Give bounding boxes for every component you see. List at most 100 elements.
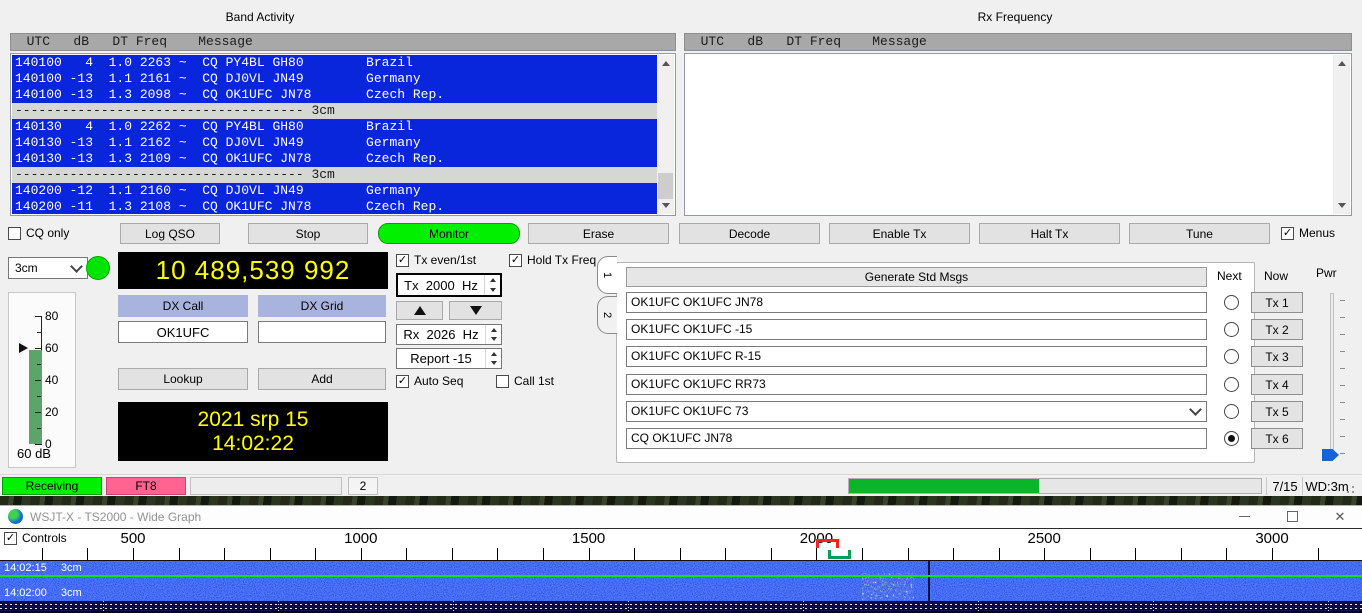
monitor-button[interactable]: Monitor bbox=[378, 223, 520, 244]
rx-frequency-list[interactable] bbox=[684, 53, 1352, 216]
spinner-buttons[interactable] bbox=[485, 349, 501, 368]
close-button[interactable]: ✕ bbox=[1318, 505, 1362, 528]
log-qso-button[interactable]: Log QSO bbox=[120, 223, 220, 244]
tx-1-button[interactable]: Tx 1 bbox=[1251, 292, 1303, 313]
frequency-display[interactable]: 10 489,539 992 bbox=[118, 252, 388, 289]
scale-tick bbox=[1044, 548, 1045, 560]
waterfall[interactable]: 14:02:15 3cm 14:02:00 3cm bbox=[0, 560, 1362, 601]
tab-2[interactable]: 2 bbox=[597, 296, 617, 334]
next-column-label: Next bbox=[1217, 269, 1242, 283]
lookup-button[interactable]: Lookup bbox=[118, 368, 248, 390]
decoded-message-row[interactable]: 140130 -13 1.1 2162 ~ CQ DJ0VL JN49 Germ… bbox=[12, 135, 657, 151]
clock-time: 14:02:22 bbox=[118, 432, 388, 456]
scroll-up-icon[interactable] bbox=[657, 55, 674, 72]
spin-down-icon[interactable] bbox=[491, 361, 497, 365]
scale-tick bbox=[862, 548, 863, 560]
tx-even-checkbox[interactable]: ✓Tx even/1st bbox=[396, 253, 476, 267]
generate-std-msgs-button[interactable]: Generate Std Msgs bbox=[626, 267, 1207, 287]
decoded-message-row[interactable]: 140100 -13 1.1 2161 ~ CQ DJ0VL JN49 Germ… bbox=[12, 71, 657, 87]
spin-up-icon[interactable] bbox=[490, 278, 496, 282]
decoded-message-row[interactable]: 140100 4 1.0 2263 ~ CQ PY4BL GH80 Brazil bbox=[12, 55, 657, 71]
scale-tick bbox=[816, 548, 817, 560]
scale-tick bbox=[771, 548, 772, 560]
spin-down-icon[interactable] bbox=[491, 337, 497, 341]
halt-tx-button[interactable]: Halt Tx bbox=[979, 223, 1120, 244]
tx-message-input-1[interactable]: OK1UFC OK1UFC JN78 bbox=[626, 292, 1207, 313]
tx-3-button[interactable]: Tx 3 bbox=[1251, 346, 1303, 367]
report-spinner[interactable]: Report -15 bbox=[396, 348, 502, 369]
next-radio-6[interactable] bbox=[1224, 431, 1239, 446]
tx-5-button[interactable]: Tx 5 bbox=[1251, 401, 1303, 422]
rx-frequency-title: Rx Frequency bbox=[935, 10, 1095, 24]
tab-1[interactable]: 1 bbox=[597, 256, 617, 294]
resize-grip-icon[interactable] bbox=[1352, 486, 1354, 488]
decode-button[interactable]: Decode bbox=[679, 223, 820, 244]
tx-message-input-6[interactable]: CQ OK1UFC JN78 bbox=[626, 428, 1207, 449]
band-activity-scrollbar[interactable] bbox=[657, 55, 674, 214]
shift-down-button[interactable] bbox=[449, 301, 502, 320]
shift-up-button[interactable] bbox=[396, 301, 443, 320]
tx-message-input-2[interactable]: OK1UFC OK1UFC -15 bbox=[626, 319, 1207, 340]
tx-message-input-3[interactable]: OK1UFC OK1UFC R-15 bbox=[626, 346, 1207, 367]
tx-message-input-4[interactable]: OK1UFC OK1UFC RR73 bbox=[626, 374, 1207, 395]
dx-call-input[interactable]: OK1UFC bbox=[118, 321, 248, 343]
auto-seq-checkbox[interactable]: ✓Auto Seq bbox=[396, 374, 463, 388]
band-activity-list[interactable]: 140100 4 1.0 2263 ~ CQ PY4BL GH80 Brazil… bbox=[10, 53, 676, 216]
tx-4-button[interactable]: Tx 4 bbox=[1251, 374, 1303, 395]
rx-frequency-scrollbar[interactable] bbox=[1333, 55, 1350, 214]
maximize-button[interactable] bbox=[1270, 505, 1314, 528]
spinner-buttons[interactable] bbox=[484, 275, 500, 295]
checkbox-box: ✓ bbox=[4, 532, 17, 545]
next-radio-2[interactable] bbox=[1224, 322, 1239, 337]
wide-graph-titlebar[interactable] bbox=[0, 505, 1362, 528]
decoded-message-row[interactable]: 140130 4 1.0 2262 ~ CQ PY4BL GH80 Brazil bbox=[12, 119, 657, 135]
minimize-button[interactable] bbox=[1222, 505, 1266, 528]
call-1st-checkbox[interactable]: Call 1st bbox=[496, 374, 554, 388]
pwr-slider-handle[interactable] bbox=[1322, 449, 1339, 461]
next-radio-1[interactable] bbox=[1224, 295, 1239, 310]
band-select[interactable]: 3cm bbox=[8, 257, 88, 279]
meter-scale-label: 40 bbox=[45, 373, 58, 387]
scale-tick bbox=[361, 548, 362, 560]
scroll-up-icon[interactable] bbox=[1333, 55, 1350, 72]
next-radio-4[interactable] bbox=[1224, 377, 1239, 392]
enable-tx-button[interactable]: Enable Tx bbox=[829, 223, 970, 244]
spin-up-icon[interactable] bbox=[491, 352, 497, 356]
hold-tx-freq-checkbox[interactable]: ✓Hold Tx Freq bbox=[509, 253, 596, 267]
next-radio-5[interactable] bbox=[1224, 404, 1239, 419]
pwr-slider-track[interactable] bbox=[1330, 293, 1334, 457]
decoded-message-row[interactable]: 140100 -13 1.3 2098 ~ CQ OK1UFC JN78 Cze… bbox=[12, 87, 657, 103]
tx-6-button[interactable]: Tx 6 bbox=[1251, 428, 1303, 449]
tx-2-button[interactable]: Tx 2 bbox=[1251, 319, 1303, 340]
band-activity-title: Band Activity bbox=[180, 10, 340, 24]
meter-minor-tick bbox=[37, 332, 41, 333]
spectrum-gridline bbox=[1328, 601, 1329, 611]
next-radio-3[interactable] bbox=[1224, 349, 1239, 364]
add-button[interactable]: Add bbox=[258, 368, 386, 390]
frequency-scale[interactable]: 50010001500200025003000 bbox=[0, 528, 1362, 560]
decoded-message-row[interactable]: 140200 -12 1.1 2160 ~ CQ DJ0VL JN49 Germ… bbox=[12, 183, 657, 199]
tx-message-input-5[interactable]: OK1UFC OK1UFC 73 bbox=[626, 401, 1207, 422]
decoded-message-row[interactable]: 140130 -13 1.3 2109 ~ CQ OK1UFC JN78 Cze… bbox=[12, 151, 657, 167]
scroll-down-icon[interactable] bbox=[1333, 197, 1350, 214]
menus-checkbox[interactable]: ✓Menus bbox=[1281, 226, 1335, 240]
tune-button[interactable]: Tune bbox=[1129, 223, 1270, 244]
tx-frequency-spinner[interactable]: Tx 2000 Hz bbox=[396, 273, 502, 297]
spin-down-icon[interactable] bbox=[490, 288, 496, 292]
clock-display: 2021 srp 15 14:02:22 bbox=[118, 402, 388, 461]
rx-frequency-marker[interactable] bbox=[828, 550, 851, 559]
tx-frequency-marker[interactable] bbox=[816, 539, 839, 548]
spinner-buttons[interactable] bbox=[485, 325, 501, 344]
decoded-message-row[interactable]: 140200 -11 1.3 2108 ~ CQ OK1UFC JN78 Cze… bbox=[12, 199, 657, 214]
spin-up-icon[interactable] bbox=[491, 328, 497, 332]
cq-only-checkbox[interactable]: CQ only bbox=[8, 226, 69, 240]
scale-tick bbox=[1135, 548, 1136, 560]
dx-grid-input[interactable] bbox=[258, 321, 386, 343]
rx-frequency-value: Rx 2026 Hz bbox=[397, 325, 485, 344]
erase-button[interactable]: Erase bbox=[528, 223, 669, 244]
stop-button[interactable]: Stop bbox=[248, 223, 368, 244]
rx-frequency-spinner[interactable]: Rx 2026 Hz bbox=[396, 324, 502, 345]
controls-checkbox[interactable]: ✓Controls bbox=[4, 531, 67, 545]
scrollbar-thumb[interactable] bbox=[658, 173, 673, 199]
scroll-down-icon[interactable] bbox=[657, 197, 674, 214]
